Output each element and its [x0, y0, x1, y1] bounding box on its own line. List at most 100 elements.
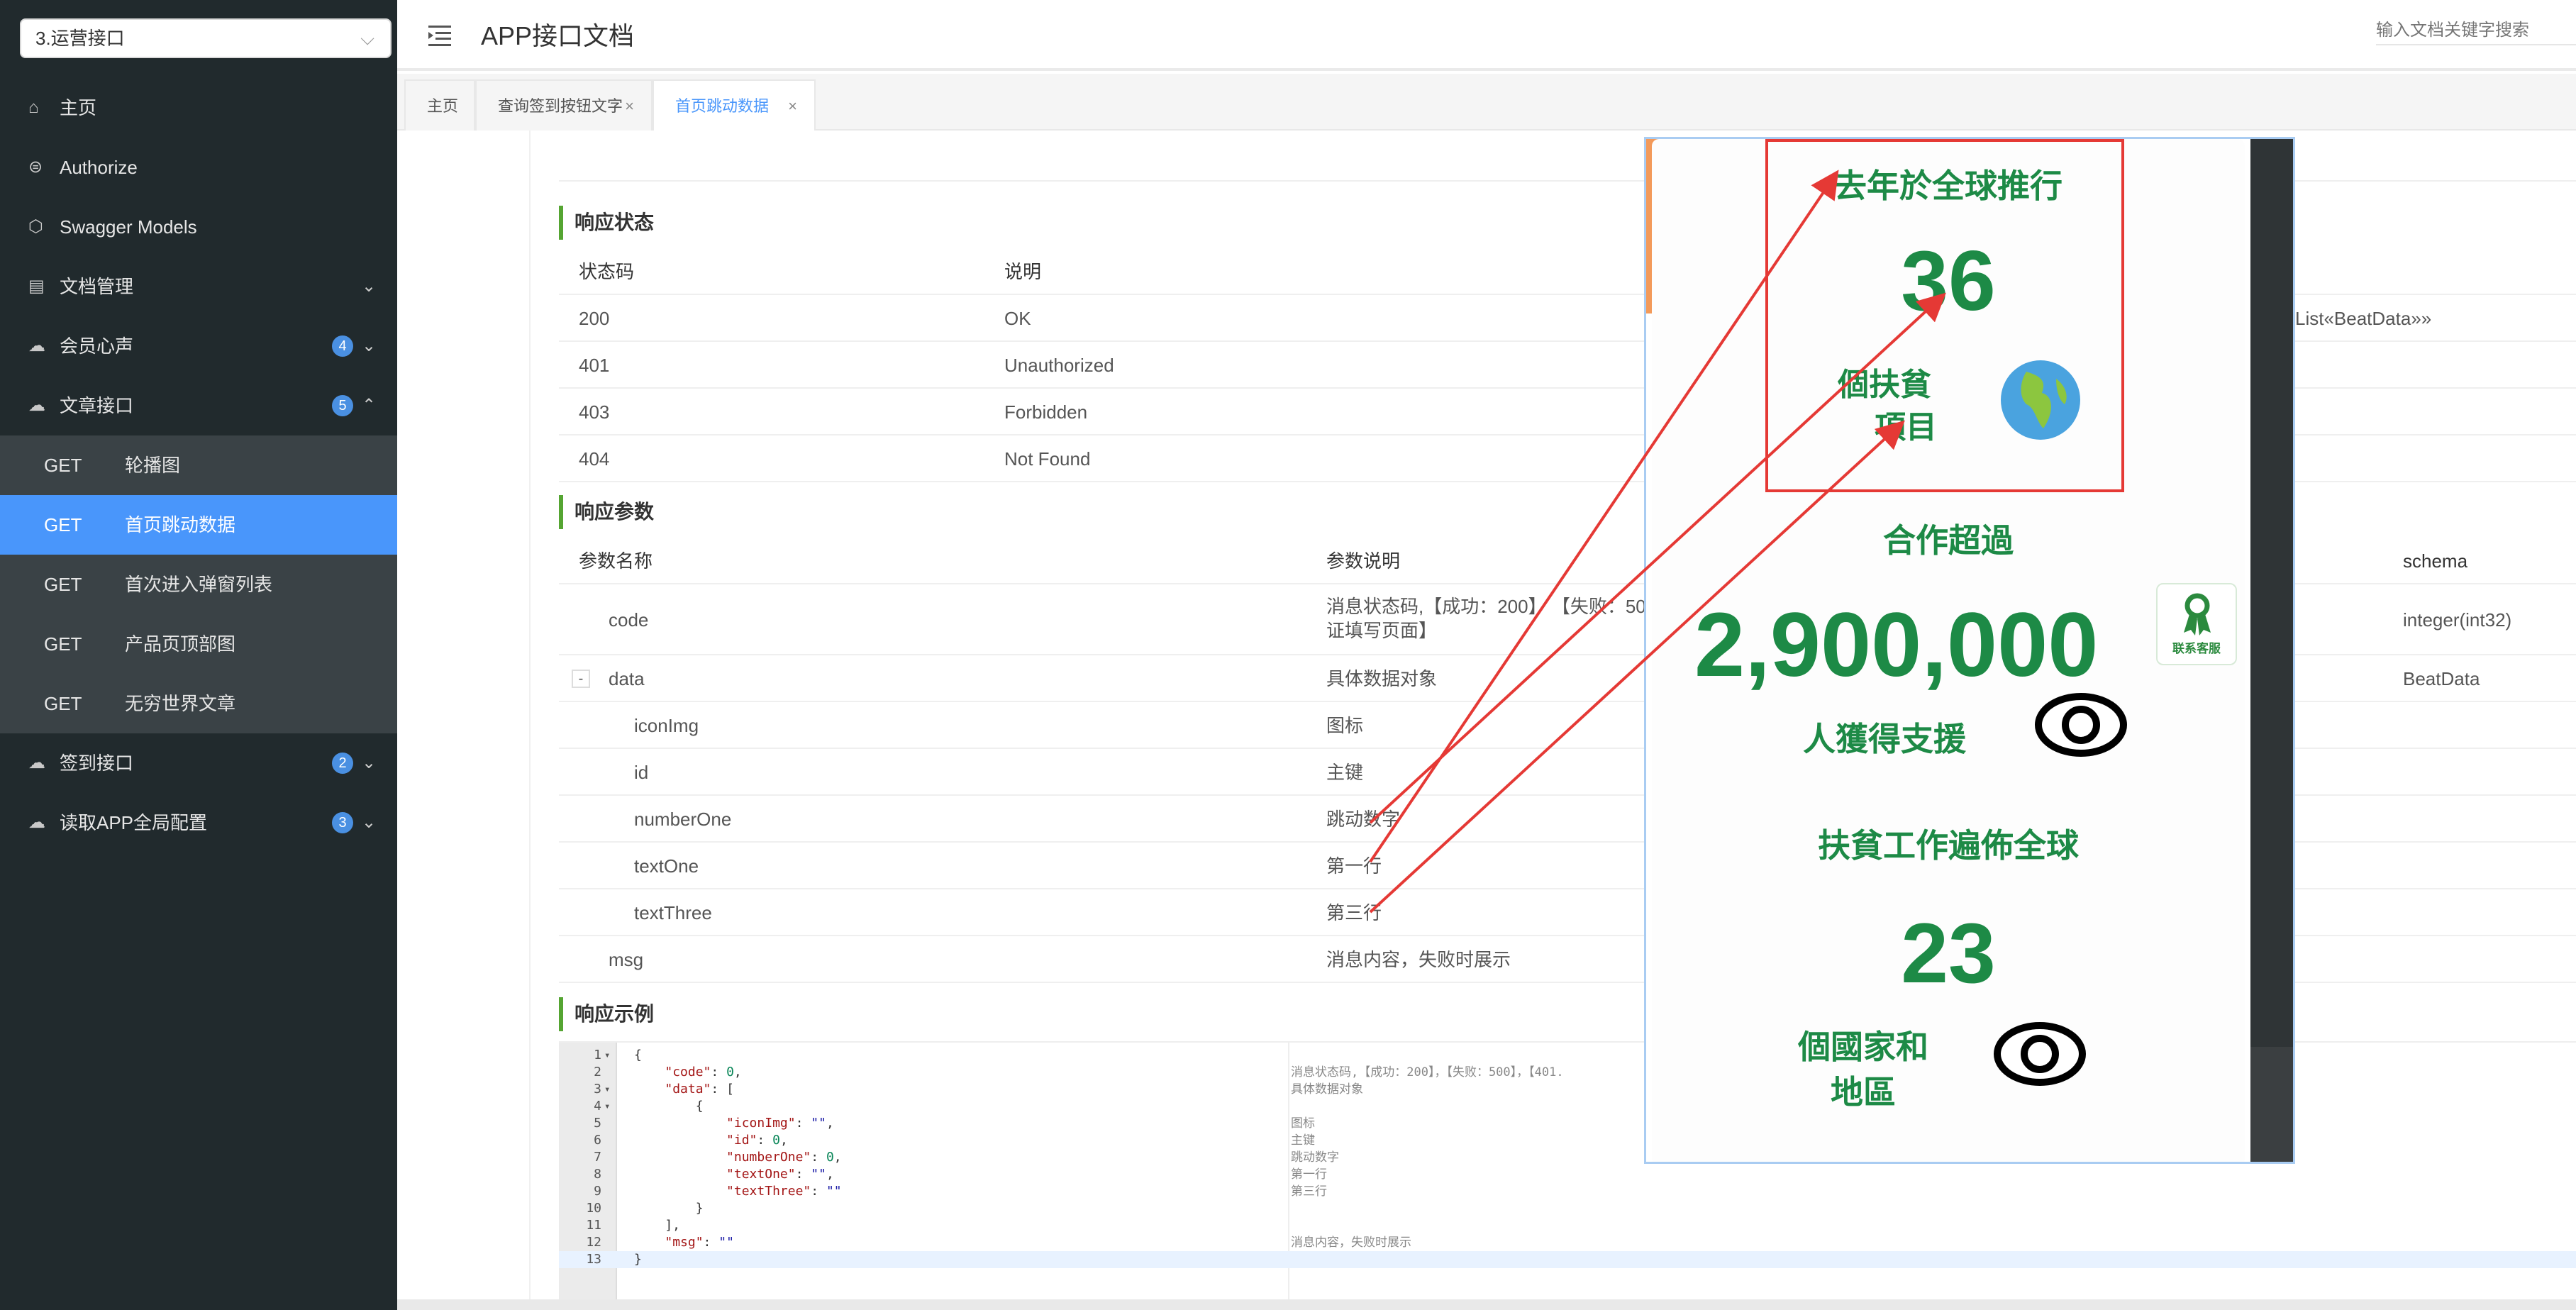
sub-item-infinite-world-articles[interactable]: GET 无穷世界文章	[0, 674, 397, 733]
collapse-toggle[interactable]: -	[572, 670, 590, 688]
line-number: 7	[594, 1150, 601, 1165]
param-desc: 主键	[1326, 762, 1364, 783]
column-header: 参数名称	[579, 550, 653, 572]
param-desc: 图标	[1326, 715, 1364, 736]
code-text: "textThree": ""	[726, 1184, 842, 1199]
sub-item-carousel[interactable]: GET 轮播图	[0, 435, 397, 495]
customer-service-button[interactable]: 联系客服	[2156, 583, 2237, 665]
tab-label: 主页	[427, 97, 459, 115]
line-number: 11	[586, 1218, 601, 1233]
line-number: 6	[594, 1133, 601, 1148]
tab-checkin-button-text[interactable]: 查询签到按钮文字 ×	[475, 79, 653, 131]
fold-toggle-icon[interactable]: ▾	[604, 1098, 610, 1115]
home-icon: ⌂	[28, 98, 39, 117]
sidebar-item-label: 主页	[60, 97, 97, 118]
code-line: 13}	[559, 1251, 2576, 1268]
http-method: GET	[44, 514, 82, 535]
sidebar-item-label: 签到接口	[60, 753, 134, 774]
status-desc: OK	[1004, 308, 1031, 329]
tab-home-beat-data[interactable]: 首页跳动数据 ×	[653, 79, 816, 131]
chevron-down-icon: ⌄	[362, 753, 377, 772]
sidebar-item-app-config[interactable]: ☁ 读取APP全局配置 3 ⌄	[0, 793, 397, 853]
code-text: "iconImg": "",	[726, 1116, 834, 1131]
param-desc: 消息内容，失败时展示	[1326, 949, 1511, 970]
section-title-response-example: 响应示例	[559, 997, 654, 1031]
count-badge: 3	[332, 812, 353, 833]
count-badge: 4	[332, 335, 353, 357]
param-name: textOne	[634, 855, 699, 877]
cloud-icon: ☁	[28, 396, 45, 415]
count-badge: 5	[332, 395, 353, 416]
sidebar-item-swagger-models[interactable]: ⬡ Swagger Models	[0, 197, 397, 257]
tab-home[interactable]: 主页	[404, 79, 475, 131]
status-code: 404	[579, 448, 610, 470]
status-code: 401	[579, 355, 610, 376]
project-select[interactable]: 3.运营接口 ⌵	[20, 18, 392, 58]
column-header: 说明	[1004, 261, 1042, 282]
sidebar-item-label: Authorize	[60, 157, 138, 178]
code-comment: 跳动数字	[1291, 1150, 1339, 1165]
line-number: 9	[594, 1184, 601, 1199]
chevron-up-icon: ⌃	[362, 396, 377, 415]
code-text: "numberOne": 0,	[726, 1150, 842, 1165]
search-input[interactable]	[2376, 17, 2576, 45]
sub-item-first-popup-list[interactable]: GET 首次进入弹窗列表	[0, 555, 397, 614]
tab-bar: 主页 查询签到按钮文字 × 首页跳动数据 ×	[397, 74, 2576, 131]
menu-collapse-icon[interactable]	[426, 21, 454, 50]
line-number: 10	[586, 1201, 601, 1216]
sub-item-product-top-image[interactable]: GET 产品页顶部图	[0, 614, 397, 674]
code-text: {	[634, 1048, 642, 1062]
stat-number: 23	[1901, 906, 1996, 1001]
preview-sidebar-lower	[2250, 1047, 2293, 1162]
status-desc: Forbidden	[1004, 401, 1088, 423]
param-desc: 证填写页面】	[1326, 620, 1438, 641]
code-comment: 具体数据对象	[1291, 1082, 1363, 1097]
line-number: 5	[594, 1116, 601, 1131]
cloud-icon: ☁	[28, 813, 45, 832]
sidebar-item-home[interactable]: ⌂ 主页	[0, 78, 397, 138]
sidebar-item-authorize[interactable]: ⊜ Authorize	[0, 138, 397, 197]
close-icon[interactable]: ×	[788, 81, 797, 132]
horizontal-scrollbar[interactable]	[397, 1299, 2576, 1310]
code-comment: 主键	[1291, 1133, 1315, 1148]
sidebar-item-member-voice[interactable]: ☁ 会员心声 4 ⌄	[0, 316, 397, 376]
http-method: GET	[44, 455, 82, 476]
count-badge: 2	[332, 753, 353, 774]
fold-toggle-icon[interactable]: ▾	[604, 1081, 610, 1098]
stat-heading: 扶貧工作遍佈全球	[1818, 827, 2079, 864]
code-text: {	[634, 1099, 704, 1114]
lock-icon: ⊜	[28, 157, 43, 177]
code-comment: 第三行	[1291, 1184, 1327, 1199]
param-name: id	[634, 762, 649, 783]
code-line: 10 }	[559, 1200, 2576, 1217]
fold-toggle-icon[interactable]: ▾	[604, 1047, 610, 1064]
code-line: 12 "msg": "" 消息内容，失败时展示	[559, 1234, 2576, 1251]
sidebar: 3.运营接口 ⌵ ⌂ 主页 ⊜ Authorize ⬡ Swagger Mode…	[0, 0, 397, 1310]
sidebar-item-label: Swagger Models	[60, 216, 197, 238]
sub-item-home-beat-data[interactable]: GET 首页跳动数据	[0, 495, 397, 555]
http-method: GET	[44, 574, 82, 595]
cloud-icon: ☁	[28, 336, 45, 355]
code-text: "msg": ""	[665, 1235, 734, 1250]
http-method: GET	[44, 633, 82, 655]
code-text: }	[634, 1252, 642, 1267]
line-number: 3	[594, 1082, 601, 1097]
sidebar-item-article-api[interactable]: ☁ 文章接口 5 ⌃	[0, 376, 397, 435]
chevron-down-icon: ⌄	[362, 813, 377, 832]
sub-item-label: 无穷世界文章	[125, 693, 236, 714]
tab-label: 查询签到按钮文字	[498, 97, 623, 115]
sub-item-label: 轮播图	[125, 455, 181, 476]
close-icon[interactable]: ×	[625, 81, 634, 132]
line-number: 8	[594, 1167, 601, 1182]
eye-icon	[2035, 693, 2127, 757]
line-number: 12	[586, 1235, 601, 1250]
divider	[529, 131, 531, 1310]
ribbon-icon	[2184, 593, 2211, 635]
code-line: 9 "textThree": "" 第三行	[559, 1183, 2576, 1200]
sidebar-item-doc-management[interactable]: ▤ 文档管理 ⌄	[0, 257, 397, 316]
project-select-value: 3.运营接口	[35, 28, 125, 49]
code-text: "id": 0,	[726, 1133, 788, 1148]
stat-heading: 合作超過	[1883, 522, 2014, 559]
sidebar-item-checkin-api[interactable]: ☁ 签到接口 2 ⌄	[0, 733, 397, 793]
status-code: 200	[579, 308, 610, 329]
